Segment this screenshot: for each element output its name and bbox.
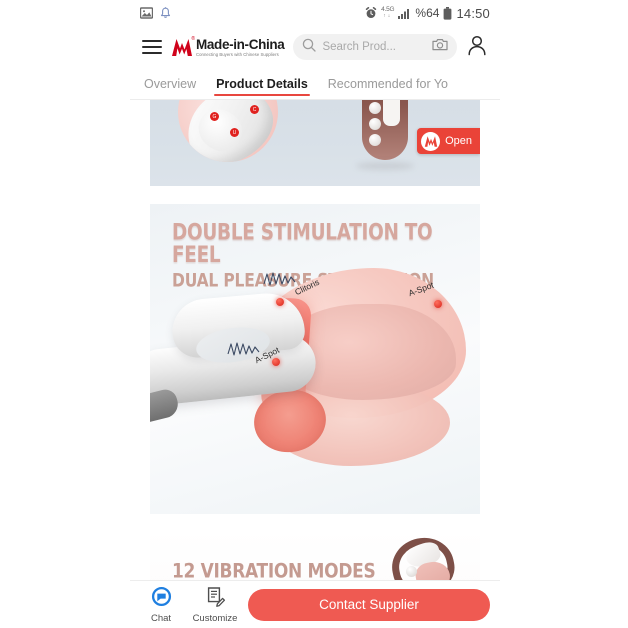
product-image-1[interactable]: G C U Open — [150, 100, 480, 186]
product-image-2[interactable]: DOUBLE STIMULATION TO FEEL DUAL PLEASURE… — [150, 204, 480, 514]
chat-label: Chat — [150, 612, 172, 624]
tab-overview[interactable]: Overview — [144, 68, 196, 99]
battery-icon — [443, 6, 452, 20]
search-placeholder-label: Search Prod... — [322, 41, 396, 53]
logo-text-block: Made-in-China Connecting Buyers with Chi… — [196, 36, 285, 57]
logo-name-label: Made-in-China — [196, 36, 285, 52]
logo-mark-icon: ® — [171, 35, 195, 58]
vibration-modes-headline: 12 VIBRATION MODES — [172, 560, 376, 580]
battery-percent-label: %64 — [415, 6, 440, 20]
screenshot-root: 4.5G ↑↓ %64 14:50 ® Made-in-China Connec… — [0, 0, 628, 628]
tab-recommended-for-you[interactable]: Recommended for Yo — [328, 68, 448, 99]
bell-icon — [160, 7, 171, 19]
product-details-scroll-area[interactable]: G C U Open DOUBLE STIMULATION TO FEEL DU… — [130, 100, 500, 580]
customize-label: Customize — [192, 612, 238, 624]
product-render-2 — [150, 284, 330, 434]
chat-button[interactable]: Chat — [140, 586, 182, 624]
product-image-3[interactable]: 12 VIBRATION MODES — [150, 530, 480, 580]
product-render-3 — [386, 532, 462, 580]
document-edit-icon — [205, 586, 226, 612]
open-app-badge[interactable]: Open — [417, 128, 480, 154]
status-bar: 4.5G ↑↓ %64 14:50 — [130, 0, 500, 26]
registered-mark: ® — [191, 35, 195, 42]
callout-dot-c: C — [250, 105, 259, 114]
open-badge-label: Open — [445, 135, 472, 147]
status-bar-left — [140, 7, 171, 19]
vibration-wave-icon — [263, 272, 296, 286]
status-bar-right: 4.5G ↑↓ %64 14:50 — [365, 6, 490, 21]
image-icon — [140, 7, 153, 19]
logo-tagline-label: Connecting Buyers with Chinese Suppliers — [196, 51, 279, 57]
signal-icon — [398, 8, 411, 19]
search-input[interactable]: Search Prod... — [293, 34, 457, 60]
user-account-icon[interactable] — [466, 34, 488, 61]
callout-dot-g: G — [210, 112, 219, 121]
made-in-china-logo[interactable]: ® Made-in-China Connecting Buyers with C… — [171, 35, 285, 58]
callout-dot-u: U — [230, 128, 239, 137]
alarm-icon — [365, 7, 377, 19]
customize-button[interactable]: Customize — [192, 586, 238, 624]
product-render-1 — [362, 100, 408, 160]
search-icon — [302, 38, 317, 57]
camera-icon[interactable] — [432, 38, 448, 56]
clock-label: 14:50 — [456, 5, 490, 21]
product-shadow — [356, 162, 414, 170]
hero-headline: DOUBLE STIMULATION TO FEEL — [172, 219, 433, 269]
closeup-circle-graphic — [178, 100, 278, 162]
open-badge-logo-icon — [421, 131, 441, 151]
hotspot-clitoris — [276, 298, 284, 306]
anatomy-illustration: Clitoris A-Spot A-Spot — [150, 262, 480, 512]
contact-supplier-button[interactable]: Contact Supplier — [248, 588, 490, 621]
app-header: ® Made-in-China Connecting Buyers with C… — [130, 26, 500, 68]
network-4.5g-icon: 4.5G ↑↓ — [381, 6, 395, 19]
chat-bubble-icon — [151, 586, 172, 612]
hotspot-a-spot-left — [272, 358, 280, 366]
tab-product-details[interactable]: Product Details — [214, 68, 310, 99]
product-tabs: Overview Product Details Recommended for… — [130, 68, 500, 100]
hotspot-a-spot-right — [434, 300, 442, 308]
bottom-action-bar: Chat Customize Contact Supplier — [130, 580, 500, 628]
phone-viewport: 4.5G ↑↓ %64 14:50 ® Made-in-China Connec… — [130, 0, 500, 628]
hamburger-menu-icon[interactable] — [142, 40, 162, 54]
